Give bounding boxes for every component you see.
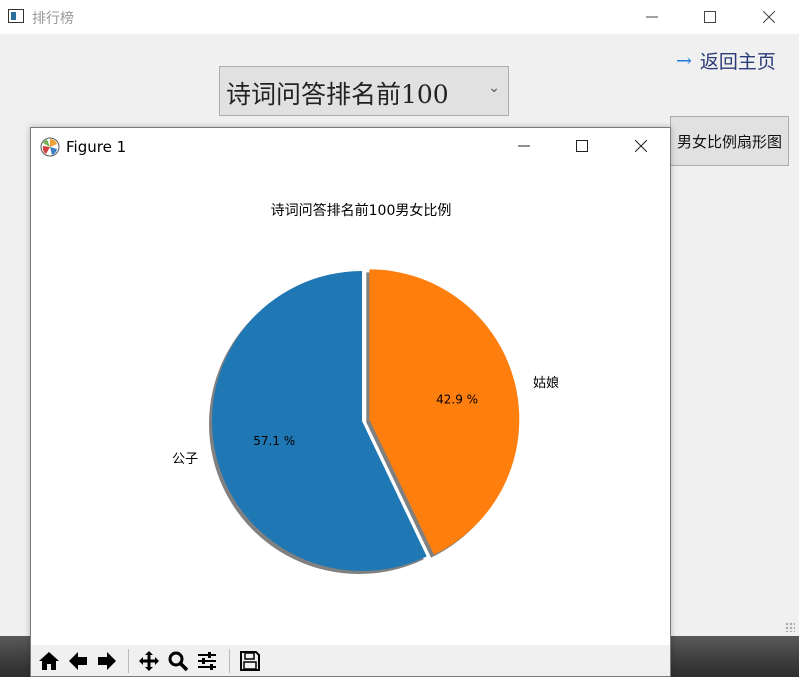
figure-minimize-button[interactable]: [501, 128, 547, 164]
slice-category-label: 姑娘: [533, 376, 559, 391]
configure-subplots-button[interactable]: [193, 647, 221, 675]
save-button[interactable]: [236, 647, 264, 675]
back-icon: [69, 652, 87, 670]
zoom-icon: [168, 651, 189, 672]
maximize-icon: [704, 11, 716, 23]
back-to-home-link[interactable]: → 返回主页: [676, 47, 776, 74]
close-icon: [635, 140, 647, 152]
app-title: 排行榜: [32, 11, 74, 27]
pan-icon: [139, 651, 159, 671]
arrow-right-icon: →: [676, 49, 692, 72]
forward-button[interactable]: [93, 647, 121, 675]
app-titlebar: 排行榜: [0, 0, 799, 34]
close-button[interactable]: [746, 0, 792, 34]
figure-title: Figure 1: [66, 138, 127, 156]
slice-percent-label: 42.9 %: [436, 392, 478, 406]
chart-title: 诗词问答排名前100男女比例: [271, 202, 452, 219]
slice-category-label: 公子: [172, 452, 198, 467]
back-button[interactable]: [64, 647, 92, 675]
close-icon: [763, 11, 775, 23]
home-button[interactable]: [35, 647, 63, 675]
home-icon: [39, 652, 59, 670]
gender-pie-chart-button[interactable]: 男女比例扇形图: [670, 116, 789, 166]
chevron-down-icon: ⌄: [488, 80, 500, 96]
maximize-icon: [576, 140, 588, 152]
pan-button[interactable]: [135, 647, 163, 675]
minimize-icon: [646, 16, 658, 18]
maximize-button[interactable]: [687, 0, 733, 34]
pie-chart: 诗词问答排名前100男女比例 57.1 % 公子 42.9 % 姑娘: [172, 202, 559, 574]
resize-grip-icon[interactable]: [785, 622, 795, 632]
slice-percent-label: 57.1 %: [253, 434, 295, 448]
figure-window: Figure 1 诗词问答排名前100男女比例 57.1 % 公子 42.9 % 姑娘: [30, 127, 671, 677]
zoom-button[interactable]: [164, 647, 192, 675]
matplotlib-logo-icon: [40, 137, 60, 157]
back-to-home-label: 返回主页: [699, 51, 776, 73]
figure-maximize-button[interactable]: [559, 128, 605, 164]
toolbar-separator: [128, 649, 129, 673]
configure-icon: [198, 652, 216, 670]
app-icon: [8, 9, 24, 23]
figure-toolbar: [31, 645, 670, 676]
ranking-select[interactable]: 诗词问答排名前100 ⌄: [219, 66, 509, 116]
figure-titlebar: Figure 1: [31, 128, 670, 164]
save-icon: [240, 651, 260, 671]
ranking-select-value: 诗词问答排名前100: [226, 80, 449, 109]
figure-close-button[interactable]: [618, 128, 664, 164]
minimize-icon: [518, 145, 530, 147]
minimize-button[interactable]: [629, 0, 675, 34]
forward-icon: [98, 652, 116, 670]
toolbar-separator: [229, 649, 230, 673]
